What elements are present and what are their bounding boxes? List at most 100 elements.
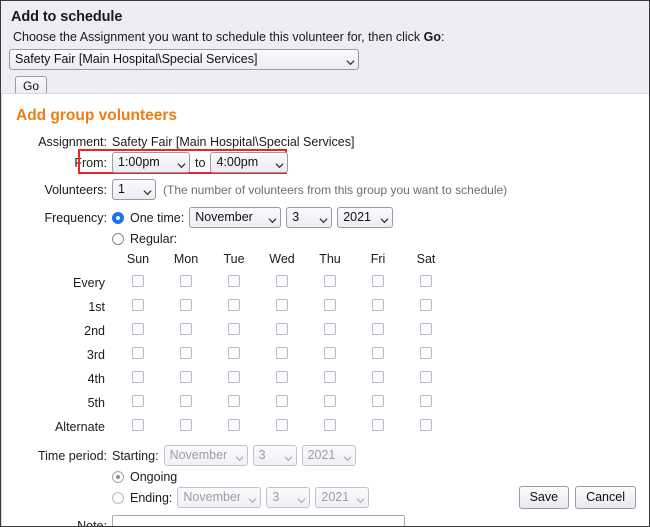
checkbox-3rd-fri[interactable] [372, 347, 384, 359]
radio-ongoing[interactable] [112, 471, 124, 483]
starting-month-select-wrapper[interactable]: November [163, 445, 248, 466]
grid-cell[interactable] [306, 271, 354, 295]
checkbox-4th-sun[interactable] [132, 371, 144, 383]
grid-cell[interactable] [354, 319, 402, 343]
checkbox-4th-thu[interactable] [324, 371, 336, 383]
ending-year-select[interactable]: 2021 [315, 487, 370, 508]
one-time-day-select-wrapper[interactable]: 3 [286, 207, 333, 228]
checkbox-every-tue[interactable] [228, 275, 240, 287]
checkbox-1st-thu[interactable] [324, 299, 336, 311]
checkbox-every-thu[interactable] [324, 275, 336, 287]
checkbox-5th-wed[interactable] [276, 395, 288, 407]
checkbox-4th-mon[interactable] [180, 371, 192, 383]
ending-month-select[interactable]: November [177, 487, 262, 508]
checkbox-every-wed[interactable] [276, 275, 288, 287]
checkbox-4th-sat[interactable] [420, 371, 432, 383]
grid-cell[interactable] [354, 415, 402, 439]
checkbox-3rd-wed[interactable] [276, 347, 288, 359]
grid-cell[interactable] [114, 319, 162, 343]
save-button[interactable]: Save [518, 486, 570, 509]
checkbox-2nd-wed[interactable] [276, 323, 288, 335]
to-time-select-wrapper[interactable]: 4:00pm [210, 152, 289, 173]
assignment-select-wrapper[interactable]: Safety Fair [Main Hospital\Special Servi… [9, 49, 359, 70]
checkbox-5th-sat[interactable] [420, 395, 432, 407]
checkbox-alternate-sat[interactable] [420, 419, 432, 431]
checkbox-3rd-sat[interactable] [420, 347, 432, 359]
grid-cell[interactable] [162, 271, 210, 295]
checkbox-alternate-wed[interactable] [276, 419, 288, 431]
checkbox-3rd-sun[interactable] [132, 347, 144, 359]
grid-cell[interactable] [258, 271, 306, 295]
starting-day-select[interactable]: 3 [252, 445, 297, 466]
grid-cell[interactable] [114, 295, 162, 319]
grid-cell[interactable] [162, 343, 210, 367]
grid-cell[interactable] [402, 391, 450, 415]
checkbox-alternate-thu[interactable] [324, 419, 336, 431]
grid-cell[interactable] [306, 367, 354, 391]
volunteers-select[interactable]: 1 [112, 179, 156, 200]
grid-cell[interactable] [258, 295, 306, 319]
checkbox-3rd-thu[interactable] [324, 347, 336, 359]
grid-cell[interactable] [306, 295, 354, 319]
checkbox-1st-wed[interactable] [276, 299, 288, 311]
grid-cell[interactable] [258, 343, 306, 367]
checkbox-2nd-mon[interactable] [180, 323, 192, 335]
grid-cell[interactable] [210, 343, 258, 367]
grid-cell[interactable] [402, 271, 450, 295]
ending-day-select-wrapper[interactable]: 3 [266, 487, 311, 508]
from-time-select-wrapper[interactable]: 1:00pm [112, 152, 190, 173]
grid-cell[interactable] [402, 367, 450, 391]
assignment-select[interactable]: Safety Fair [Main Hospital\Special Servi… [9, 49, 359, 70]
grid-cell[interactable] [258, 415, 306, 439]
grid-cell[interactable] [306, 343, 354, 367]
grid-cell[interactable] [114, 343, 162, 367]
grid-cell[interactable] [162, 319, 210, 343]
grid-cell[interactable] [402, 343, 450, 367]
checkbox-2nd-tue[interactable] [228, 323, 240, 335]
checkbox-every-mon[interactable] [180, 275, 192, 287]
cancel-button[interactable]: Cancel [575, 486, 636, 509]
checkbox-2nd-sun[interactable] [132, 323, 144, 335]
one-time-year-select[interactable]: 2021 [337, 207, 394, 228]
grid-cell[interactable] [210, 367, 258, 391]
radio-regular[interactable] [112, 233, 124, 245]
checkbox-5th-thu[interactable] [324, 395, 336, 407]
checkbox-1st-fri[interactable] [372, 299, 384, 311]
ending-year-select-wrapper[interactable]: 2021 [315, 487, 370, 508]
checkbox-2nd-fri[interactable] [372, 323, 384, 335]
grid-cell[interactable] [162, 367, 210, 391]
grid-cell[interactable] [354, 271, 402, 295]
checkbox-5th-tue[interactable] [228, 395, 240, 407]
checkbox-alternate-fri[interactable] [372, 419, 384, 431]
checkbox-1st-mon[interactable] [180, 299, 192, 311]
checkbox-4th-wed[interactable] [276, 371, 288, 383]
checkbox-alternate-tue[interactable] [228, 419, 240, 431]
checkbox-4th-tue[interactable] [228, 371, 240, 383]
radio-one-time[interactable] [112, 211, 124, 224]
one-time-month-select[interactable]: November [189, 207, 282, 228]
starting-month-select[interactable]: November [163, 445, 248, 466]
checkbox-3rd-mon[interactable] [180, 347, 192, 359]
note-input[interactable] [112, 515, 405, 526]
grid-cell[interactable] [114, 367, 162, 391]
checkbox-1st-sat[interactable] [420, 299, 432, 311]
checkbox-5th-fri[interactable] [372, 395, 384, 407]
grid-cell[interactable] [402, 319, 450, 343]
grid-cell[interactable] [162, 295, 210, 319]
checkbox-5th-mon[interactable] [180, 395, 192, 407]
checkbox-every-fri[interactable] [372, 275, 384, 287]
grid-cell[interactable] [402, 295, 450, 319]
checkbox-every-sun[interactable] [132, 275, 144, 287]
ending-month-select-wrapper[interactable]: November [177, 487, 262, 508]
volunteers-select-wrapper[interactable]: 1 [112, 179, 156, 200]
grid-cell[interactable] [210, 415, 258, 439]
grid-cell[interactable] [258, 319, 306, 343]
one-time-year-select-wrapper[interactable]: 2021 [337, 207, 394, 228]
grid-cell[interactable] [210, 295, 258, 319]
grid-cell[interactable] [114, 415, 162, 439]
grid-cell[interactable] [162, 391, 210, 415]
checkbox-alternate-mon[interactable] [180, 419, 192, 431]
checkbox-every-sat[interactable] [420, 275, 432, 287]
grid-cell[interactable] [354, 295, 402, 319]
radio-ending[interactable] [112, 491, 124, 504]
